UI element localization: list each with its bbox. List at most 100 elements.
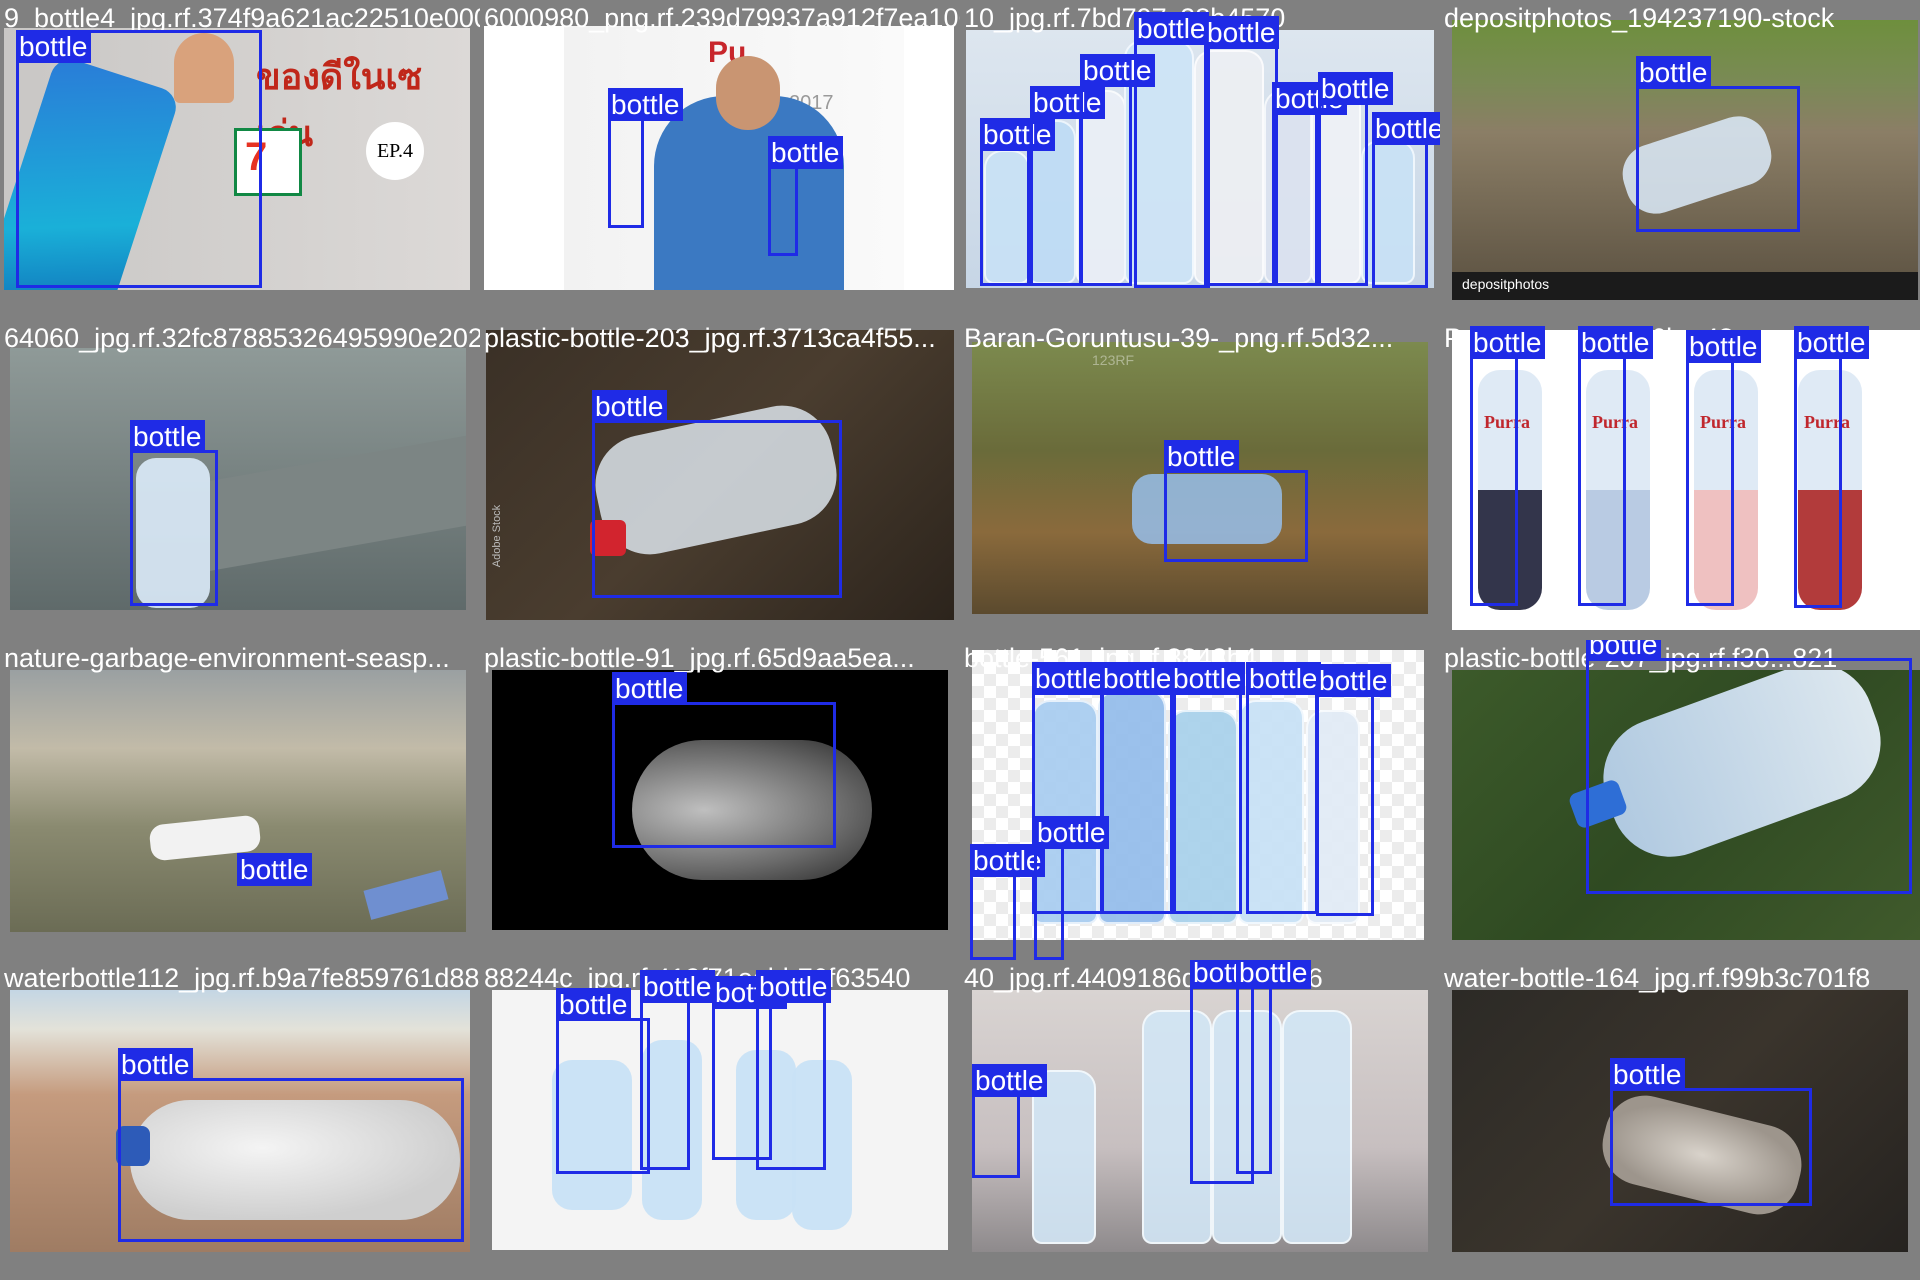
bbox-bottle: bottle <box>1686 330 1761 606</box>
bbox-bottle: bottle <box>1586 640 1912 894</box>
bbox-bottle: bottle <box>612 672 836 848</box>
bbox-bottle: bottle <box>970 844 1045 960</box>
bbox-label: bottle <box>1316 664 1391 697</box>
bbox-label: bottle <box>1100 662 1175 695</box>
bbox-label: bottle <box>1686 330 1761 363</box>
filename: Baran-Goruntusu-39-_png.rf.5d32... <box>964 323 1394 353</box>
bbox-bottle: bottle <box>1578 326 1653 606</box>
filename: plastic-bottle-91_jpg.rf.65d9aa5ea... <box>484 643 915 673</box>
tile-11: bottle-561_jpg.rf.8843b4... bottle bottl… <box>960 640 1440 960</box>
bbox-bottle: bottle <box>1236 960 1311 1174</box>
filename: water-bottle-164_jpg.rf.f99b3c701f8 <box>1444 963 1871 993</box>
bbox-label: bottle <box>768 136 843 169</box>
bbox-label: bottle <box>756 970 831 1003</box>
bbox-bottle: bottle <box>1164 440 1308 562</box>
bbox-bottle: bottle <box>768 136 843 256</box>
bbox-label: bottle <box>972 1064 1047 1097</box>
bbox-label: bottle <box>1636 56 1711 89</box>
bbox-label: bottle <box>237 853 312 886</box>
photo-9 <box>10 670 466 932</box>
bbox-bottle: bottle <box>1134 12 1210 288</box>
bbox-label: bottle <box>16 30 91 63</box>
bbox-label: bottle <box>1246 662 1321 695</box>
bbox-bottle: bottle <box>972 1064 1047 1178</box>
bbox-bottle: bottle <box>1030 86 1105 286</box>
bbox-label: bottle <box>1164 440 1239 473</box>
bbox-label: bottle <box>556 988 631 1021</box>
tile-3: 10_jpg.rf.7bd797c28b4570 bottle bottle b… <box>960 0 1440 320</box>
bbox-bottle: bottle <box>237 853 312 888</box>
man-head <box>716 56 780 130</box>
bbox-bottle: bottle <box>1470 326 1545 606</box>
watermark-text: 123RF <box>1092 352 1135 368</box>
bbox-bottle: bottle <box>640 970 715 1170</box>
bbox-bottle: bottle <box>1372 112 1440 288</box>
bbox-bottle: bottle <box>608 88 683 228</box>
photo-5 <box>10 348 466 610</box>
bbox-label: bottle <box>612 672 687 705</box>
bbox-label: bottle <box>1134 12 1209 45</box>
tile-6: Adobe Stock plastic-bottle-203_jpg.rf.37… <box>480 320 960 640</box>
bbox-label: bottle <box>1034 816 1109 849</box>
bbox-label: bottle <box>1578 326 1653 359</box>
bbox-bottle: bottle <box>16 30 262 288</box>
bbox-label: bottle <box>1318 72 1393 105</box>
episode-badge-text: EP.4 <box>376 140 414 162</box>
bbox-bottle: bottle <box>1636 56 1800 232</box>
filename: 6000980_png.rf.239d79937a912f7ea10689065 <box>484 3 960 33</box>
bbox-bottle: bottle <box>556 988 650 1174</box>
tile-4: depositphotos depositphotos_194237190-st… <box>1440 0 1920 320</box>
bbox-label: bottle <box>640 970 715 1003</box>
tile-8: Purra Purra Purra Purra Purra_jpg.rf.71c… <box>1440 320 1920 640</box>
bbox-bottle: bottle <box>1246 662 1321 914</box>
bbox-bottle: bottle <box>130 420 218 606</box>
bbox-label: bottle <box>1372 112 1440 145</box>
bbox-bottle: bottle <box>756 970 831 1170</box>
bbox-label: bottle <box>1794 326 1869 359</box>
bbox-bottle: bottle <box>1034 816 1109 960</box>
tile-1: ของดีในเซเว่น 7 EP.4 9_bottle4_jpg.rf.37… <box>0 0 480 320</box>
bbox-bottle: bottle <box>1080 54 1155 286</box>
tile-16: water-bottle-164_jpg.rf.f99b3c701f8 bott… <box>1440 960 1920 1280</box>
bbox-label: bottle <box>1170 662 1245 695</box>
bbox-label: bottle <box>1204 16 1279 49</box>
bbox-bottle: bottle <box>1316 664 1391 916</box>
filename: waterbottle112_jpg.rf.b9a7fe859761d882a <box>4 963 480 993</box>
conveyor <box>210 435 466 571</box>
bbox-bottle: bottle <box>1610 1058 1812 1206</box>
bbox-bottle: bottle <box>1272 82 1347 286</box>
filename: 64060_jpg.rf.32fc87885326495990e202b1c72 <box>4 323 480 353</box>
bbox-bottle: bottle <box>980 118 1055 286</box>
side-watermark: Adobe Stock <box>491 504 504 568</box>
filename: depositphotos_194237190-stock <box>1444 3 1835 33</box>
tile-12: plastic-bottle-207_jpg.rf.f30...821 bott… <box>1440 640 1920 960</box>
bbox-label: bottle <box>1586 640 1661 661</box>
watermark-text: depositphotos <box>1462 276 1550 292</box>
photo-2: Pu 2017 <box>484 26 954 290</box>
bbox-label: bottle <box>118 1048 193 1081</box>
bbox-label: bottle <box>1610 1058 1685 1091</box>
tile-14: 88244c_jpg.rf.412f71eebb76f63540 bottle … <box>480 960 960 1280</box>
bbox-bottle: bottle <box>1794 326 1869 608</box>
bbox-label: bottle <box>1236 960 1311 989</box>
bbox-bottle: bottle <box>1170 662 1245 914</box>
bottle-image <box>1282 1010 1352 1244</box>
bbox-label: bottle <box>1032 662 1107 695</box>
bbox-bottle: bottle <box>118 1048 464 1242</box>
bbox-label: bottle <box>608 88 683 121</box>
filename: nature-garbage-environment-seasp... <box>4 643 450 673</box>
bbox-bottle: bottle <box>1100 662 1176 914</box>
filename: plastic-bottle-203_jpg.rf.3713ca4f55... <box>484 323 936 353</box>
tile-13: waterbottle112_jpg.rf.b9a7fe859761d882a … <box>0 960 480 1280</box>
tile-2: Pu 2017 6000980_png.rf.239d79937a912f7ea… <box>480 0 960 320</box>
tile-10: plastic-bottle-91_jpg.rf.65d9aa5ea... bo… <box>480 640 960 960</box>
bbox-label: bottle <box>1470 326 1545 359</box>
litter-item <box>363 870 449 920</box>
tile-7: 123RF Baran-Goruntusu-39-_png.rf.5d32...… <box>960 320 1440 640</box>
bbox-bottle: bottle <box>592 390 842 598</box>
bbox-bottle: bottle <box>1318 72 1393 286</box>
tile-15: 40_jpg.rf.4409186d2a...c4026 bottle bott… <box>960 960 1440 1280</box>
tile-9: nature-garbage-environment-seasp... bott… <box>0 640 480 960</box>
bbox-bottle: bottle <box>1204 16 1279 286</box>
bbox-label: bottle <box>130 420 205 453</box>
